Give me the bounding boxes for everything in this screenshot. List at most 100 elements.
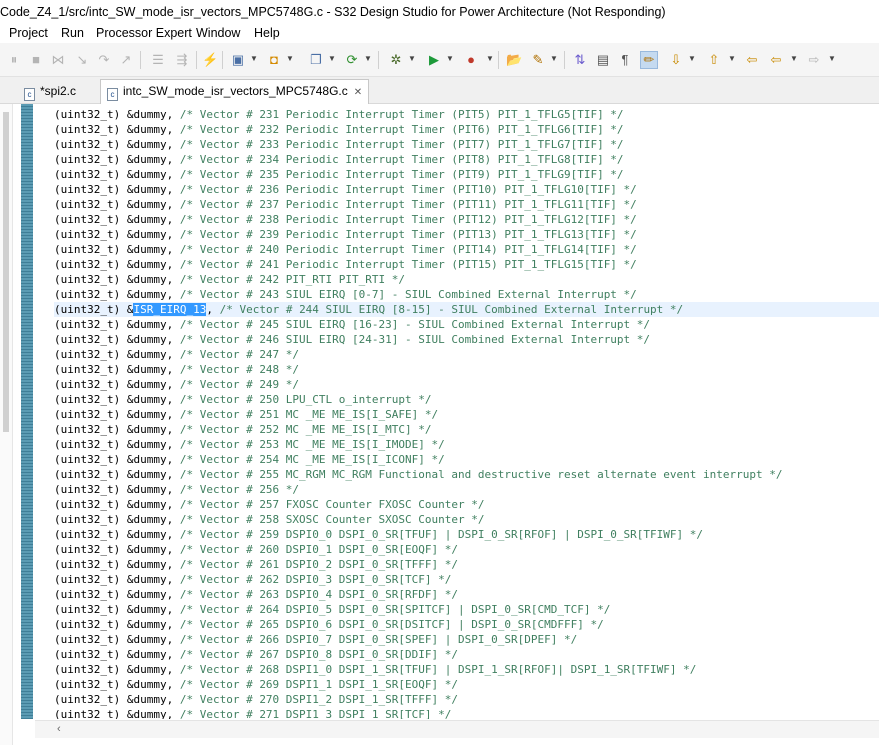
- code-line[interactable]: (uint32_t) &dummy, /* Vector # 262 DSPI0…: [54, 572, 879, 587]
- code-expression: (uint32_t) &dummy,: [54, 153, 180, 166]
- close-icon[interactable]: ✕: [354, 87, 362, 98]
- code-line[interactable]: (uint32_t) &dummy, /* Vector # 251 MC _M…: [54, 407, 879, 422]
- code-line[interactable]: (uint32_t) &dummy, /* Vector # 261 DSPI0…: [54, 557, 879, 572]
- run-icon[interactable]: ▶: [426, 52, 442, 68]
- code-line[interactable]: (uint32_t) &dummy, /* Vector # 240 Perio…: [54, 242, 879, 257]
- toggle-mark-icon[interactable]: ⇅: [572, 52, 588, 68]
- scroll-left-icon[interactable]: ‹: [57, 723, 61, 735]
- code-line[interactable]: (uint32_t) &dummy, /* Vector # 232 Perio…: [54, 122, 879, 137]
- code-line[interactable]: (uint32_t) &dummy, /* Vector # 271 DSPI1…: [54, 707, 879, 719]
- new-wizard-icon[interactable]: ▣: [230, 52, 246, 68]
- menu-help[interactable]: Help: [254, 24, 280, 43]
- code-line[interactable]: (uint32_t) &dummy, /* Vector # 234 Perio…: [54, 152, 879, 167]
- disconnect-icon[interactable]: ⋈: [50, 52, 66, 68]
- new-class-icon[interactable]: ❐: [308, 52, 324, 68]
- code-line[interactable]: (uint32_t) &dummy, /* Vector # 270 DSPI1…: [54, 692, 879, 707]
- code-editor[interactable]: (uint32_t) &dummy, /* Vector # 231 Perio…: [0, 104, 879, 745]
- code-line[interactable]: (uint32_t) &dummy, /* Vector # 231 Perio…: [54, 107, 879, 122]
- debug-icon[interactable]: ⟳: [344, 52, 360, 68]
- code-line[interactable]: (uint32_t) &ISR_EIRQ_13, /* Vector # 244…: [54, 302, 879, 317]
- code-expression: (uint32_t) &dummy,: [54, 483, 180, 496]
- skip-breakpoints-icon[interactable]: ⏸: [6, 52, 22, 68]
- back-icon[interactable]: ⇦: [768, 52, 784, 68]
- drop-to-frame-icon[interactable]: ⇶: [174, 52, 190, 68]
- vertical-scrollbar[interactable]: [0, 104, 13, 745]
- menu-window[interactable]: Window: [196, 24, 240, 43]
- code-line[interactable]: (uint32_t) &dummy, /* Vector # 249 */: [54, 377, 879, 392]
- scrollbar-thumb[interactable]: [3, 112, 9, 432]
- code-line[interactable]: (uint32_t) &dummy, /* Vector # 250 LPU_C…: [54, 392, 879, 407]
- horizontal-scrollbar[interactable]: ‹: [35, 720, 879, 738]
- code-line[interactable]: (uint32_t) &dummy, /* Vector # 248 */: [54, 362, 879, 377]
- step-into-icon[interactable]: ↘: [74, 52, 90, 68]
- code-line[interactable]: (uint32_t) &dummy, /* Vector # 237 Perio…: [54, 197, 879, 212]
- terminal-icon[interactable]: ☰: [150, 52, 166, 68]
- word-wrap-icon[interactable]: ▤: [595, 52, 611, 68]
- code-expression: (uint32_t) &dummy,: [54, 138, 180, 151]
- code-comment: /* Vector # 251 MC _ME ME_IS[I_SAFE] */: [179, 408, 439, 421]
- code-line[interactable]: (uint32_t) &dummy, /* Vector # 260 DSPI0…: [54, 542, 879, 557]
- menu-project[interactable]: Project: [9, 24, 48, 43]
- code-line[interactable]: (uint32_t) &dummy, /* Vector # 245 SIUL …: [54, 317, 879, 332]
- code-line[interactable]: (uint32_t) &dummy, /* Vector # 255 MC_RG…: [54, 467, 879, 482]
- code-line[interactable]: (uint32_t) &dummy, /* Vector # 257 FXOSC…: [54, 497, 879, 512]
- selected-identifier[interactable]: ISR_EIRQ_13: [133, 303, 207, 316]
- step-return-icon[interactable]: ↗: [118, 52, 134, 68]
- code-line[interactable]: (uint32_t) &dummy, /* Vector # 264 DSPI0…: [54, 602, 879, 617]
- code-line[interactable]: (uint32_t) &dummy, /* Vector # 263 DSPI0…: [54, 587, 879, 602]
- code-line[interactable]: (uint32_t) &dummy, /* Vector # 265 DSPI0…: [54, 617, 879, 632]
- code-line[interactable]: (uint32_t) &dummy, /* Vector # 266 DSPI0…: [54, 632, 879, 647]
- code-expression: (uint32_t) &dummy,: [54, 498, 180, 511]
- code-comment: /* Vector # 250 LPU_CTL o_interrupt */: [179, 393, 432, 406]
- code-line[interactable]: (uint32_t) &dummy, /* Vector # 243 SIUL …: [54, 287, 879, 302]
- next-annotation-icon[interactable]: ⇩: [668, 52, 684, 68]
- code-expression: (uint32_t) &dummy,: [54, 708, 180, 719]
- forward-icon[interactable]: ⇨: [806, 52, 822, 68]
- code-line[interactable]: (uint32_t) &dummy, /* Vector # 246 SIUL …: [54, 332, 879, 347]
- code-line[interactable]: (uint32_t) &dummy, /* Vector # 254 MC _M…: [54, 452, 879, 467]
- last-edit-icon[interactable]: ⇦: [744, 52, 760, 68]
- code-line[interactable]: (uint32_t) &dummy, /* Vector # 267 DSPI0…: [54, 647, 879, 662]
- code-line[interactable]: (uint32_t) &dummy, /* Vector # 256 */: [54, 482, 879, 497]
- code-punctuation: ,: [206, 303, 220, 316]
- highlight-icon[interactable]: ✏: [640, 51, 658, 69]
- code-line[interactable]: (uint32_t) &dummy, /* Vector # 238 Perio…: [54, 212, 879, 227]
- step-over-icon[interactable]: ↷: [96, 52, 112, 68]
- code-text[interactable]: (uint32_t) &dummy, /* Vector # 231 Perio…: [54, 107, 879, 719]
- suspend-icon[interactable]: ■: [28, 52, 44, 68]
- code-line[interactable]: (uint32_t) &dummy, /* Vector # 268 DSPI1…: [54, 662, 879, 677]
- tab-intc-vectors[interactable]: c intc_SW_mode_isr_vectors_MPC5748G.c ✕: [100, 79, 370, 104]
- code-expression: (uint32_t) &dummy,: [54, 273, 180, 286]
- code-expression: (uint32_t) &: [54, 303, 134, 316]
- open-folder-icon[interactable]: 📂: [506, 52, 522, 68]
- settings-icon[interactable]: ✲: [388, 52, 404, 68]
- show-whitespace-icon[interactable]: ¶: [617, 52, 633, 68]
- code-line[interactable]: (uint32_t) &dummy, /* Vector # 258 SXOSC…: [54, 512, 879, 527]
- open-type-icon[interactable]: ◘: [266, 52, 282, 68]
- code-line[interactable]: (uint32_t) &dummy, /* Vector # 269 DSPI1…: [54, 677, 879, 692]
- tab-label: intc_SW_mode_isr_vectors_MPC5748G.c: [123, 84, 348, 98]
- code-line[interactable]: (uint32_t) &dummy, /* Vector # 239 Perio…: [54, 227, 879, 242]
- code-line[interactable]: (uint32_t) &dummy, /* Vector # 247 */: [54, 347, 879, 362]
- prev-annotation-icon[interactable]: ⇧: [706, 52, 722, 68]
- code-comment: /* Vector # 252 MC _ME ME_IS[I_MTC] */: [179, 423, 432, 436]
- launch-icon[interactable]: ✎: [530, 52, 546, 68]
- window-title: Code_Z4_1/src/intc_SW_mode_isr_vectors_M…: [0, 0, 879, 24]
- code-line[interactable]: (uint32_t) &dummy, /* Vector # 252 MC _M…: [54, 422, 879, 437]
- c-file-icon: c: [107, 88, 118, 101]
- tab-spi2[interactable]: c *spi2.c: [18, 80, 76, 102]
- code-line[interactable]: (uint32_t) &dummy, /* Vector # 259 DSPI0…: [54, 527, 879, 542]
- menu-processor-expert[interactable]: Processor Expert: [96, 24, 192, 43]
- code-line[interactable]: (uint32_t) &dummy, /* Vector # 235 Perio…: [54, 167, 879, 182]
- external-tools-icon[interactable]: ●: [463, 52, 479, 68]
- code-comment: /* Vector # 237 Periodic Interrupt Timer…: [179, 198, 637, 211]
- build-icon[interactable]: ⚡: [202, 52, 218, 68]
- code-line[interactable]: (uint32_t) &dummy, /* Vector # 233 Perio…: [54, 137, 879, 152]
- code-comment: /* Vector # 249 */: [179, 378, 300, 391]
- code-line[interactable]: (uint32_t) &dummy, /* Vector # 241 Perio…: [54, 257, 879, 272]
- code-line[interactable]: (uint32_t) &dummy, /* Vector # 242 PIT_R…: [54, 272, 879, 287]
- menu-run[interactable]: Run: [61, 24, 84, 43]
- code-line[interactable]: (uint32_t) &dummy, /* Vector # 253 MC _M…: [54, 437, 879, 452]
- code-line[interactable]: (uint32_t) &dummy, /* Vector # 236 Perio…: [54, 182, 879, 197]
- code-expression: (uint32_t) &dummy,: [54, 318, 180, 331]
